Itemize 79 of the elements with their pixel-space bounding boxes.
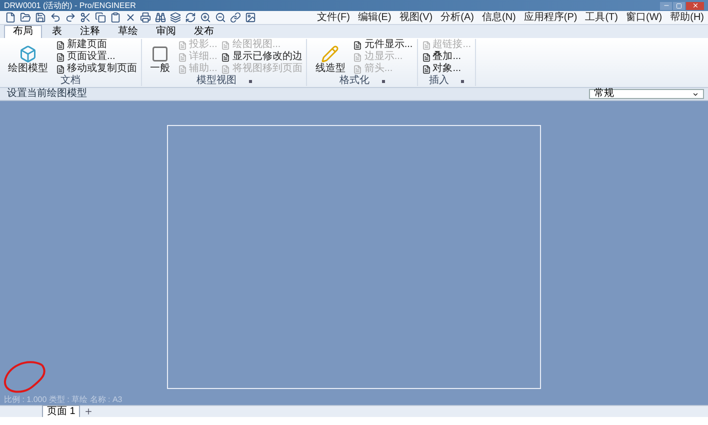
menu-item[interactable]: 信息(N) (482, 12, 516, 24)
printer-icon[interactable] (140, 12, 151, 23)
ribbon-button[interactable]: 叠加... (422, 51, 472, 63)
maximize-button[interactable] (673, 2, 685, 10)
cube-icon (19, 45, 37, 63)
ribbon-button[interactable]: 显示已修改的边 (221, 51, 302, 63)
ribbon-button[interactable]: 元件显示... (353, 39, 413, 51)
group-label: 模型视图 (196, 75, 237, 87)
menu-item[interactable]: 分析(A) (440, 12, 474, 24)
menu-item[interactable]: 应用程序(P) (524, 12, 578, 24)
ribbon-tab[interactable]: 布局 (4, 25, 42, 38)
ribbon-tab[interactable]: 表 (44, 26, 70, 38)
group-label: 文档 (60, 75, 80, 87)
document-icon (56, 64, 65, 74)
layers-icon[interactable] (170, 12, 181, 23)
document-icon (353, 64, 362, 74)
binoculars-icon[interactable] (155, 12, 166, 23)
message-text: 设置当前绘图模型 (6, 88, 87, 100)
document-icon (221, 40, 230, 50)
ribbon-large-button[interactable]: 绘图模型 (4, 39, 52, 75)
ribbon-tab[interactable]: 发布 (186, 26, 222, 38)
add-page-icon[interactable] (84, 407, 94, 416)
menu-item[interactable]: 视图(V) (399, 12, 433, 24)
document-icon (56, 52, 65, 62)
scissors-icon[interactable] (80, 12, 91, 23)
document-icon (353, 52, 362, 62)
ribbon-tab[interactable]: 草绘 (110, 26, 146, 38)
launcher-icon[interactable] (460, 80, 464, 82)
ribbon-large-button[interactable]: 一般 (146, 39, 174, 75)
menu-item[interactable]: 文件(F) (317, 12, 350, 24)
copy-icon[interactable] (95, 12, 106, 23)
menu-item[interactable]: 帮助(H) (670, 12, 704, 24)
new-file-icon[interactable] (5, 12, 16, 23)
window-title: DRW0001 (活动的) - Pro/ENGINEER (4, 0, 136, 10)
save-icon[interactable] (35, 12, 46, 23)
launcher-icon[interactable] (248, 80, 252, 82)
pencil-icon (321, 45, 340, 63)
launcher-icon[interactable] (382, 80, 385, 82)
square-icon (151, 45, 169, 63)
undo-icon[interactable] (50, 12, 61, 23)
page-tab[interactable]: 页面 1 (42, 405, 80, 418)
group-label: 格式化 (340, 75, 370, 87)
clipboard-icon[interactable] (110, 12, 121, 23)
document-icon (422, 64, 431, 74)
caret-icon (692, 90, 699, 98)
document-icon (56, 40, 65, 50)
ribbon-button[interactable]: 移动或复制页面 (56, 63, 137, 75)
minimize-icon (662, 2, 670, 9)
document-icon (221, 52, 230, 62)
zoom-in-icon[interactable] (200, 12, 211, 23)
document-icon (178, 64, 187, 74)
menu-item[interactable]: 编辑(E) (358, 12, 392, 24)
document-icon (353, 40, 362, 50)
ribbon-tab[interactable]: 注释 (72, 26, 108, 38)
close-button[interactable] (686, 2, 704, 10)
document-icon (422, 52, 431, 62)
image-icon[interactable] (245, 12, 256, 23)
ribbon-button[interactable]: 对象... (422, 63, 472, 75)
ribbon-tab[interactable]: 审阅 (148, 26, 184, 38)
link-icon[interactable] (230, 12, 241, 23)
maximize-icon (676, 2, 682, 8)
close-icon (692, 2, 698, 9)
refresh-icon[interactable] (185, 12, 196, 23)
menu-item[interactable]: 窗口(W) (626, 12, 662, 24)
ribbon-large-button[interactable]: 线造型 (311, 39, 350, 75)
document-icon (422, 40, 431, 50)
filter-dropdown[interactable]: 常规 (589, 89, 704, 99)
folder-icon[interactable] (20, 12, 31, 23)
document-icon (221, 64, 230, 74)
status-text: 比例 : 1.000 类型 : 草绘 名称 : A3 (4, 395, 122, 405)
delete-icon[interactable] (125, 12, 136, 23)
zoom-out-icon[interactable] (215, 12, 226, 23)
ribbon-button[interactable]: 新建页面 (56, 39, 137, 51)
ribbon-button[interactable]: 页面设置... (56, 51, 137, 63)
document-icon (178, 40, 187, 50)
menu-item[interactable]: 工具(T) (585, 12, 618, 24)
redo-icon[interactable] (65, 12, 76, 23)
document-icon (178, 52, 187, 62)
group-label: 插入 (428, 75, 449, 87)
